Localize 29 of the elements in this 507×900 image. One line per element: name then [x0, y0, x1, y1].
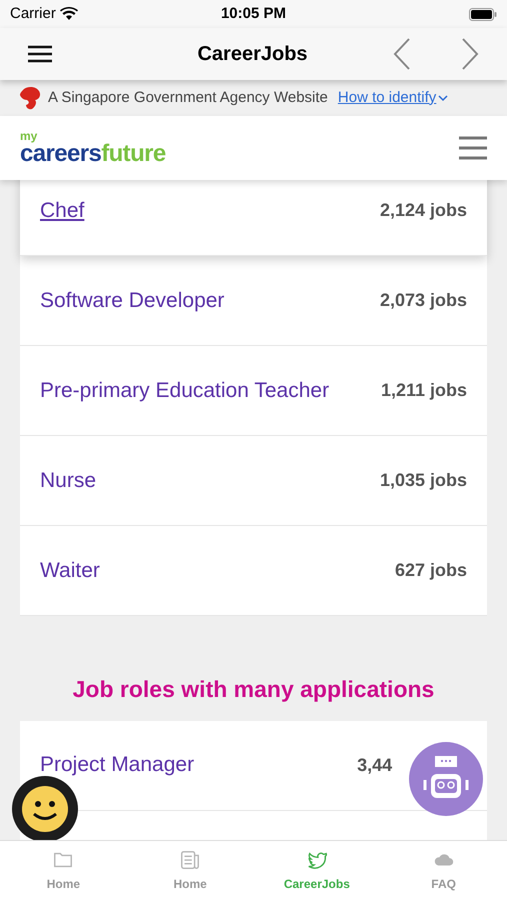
lion-head-icon: [20, 86, 42, 110]
carrier-label: Carrier: [10, 4, 56, 24]
how-to-identify-link[interactable]: How to identify: [338, 86, 448, 110]
wifi-icon: [60, 7, 78, 21]
menu-icon[interactable]: [28, 45, 52, 63]
job-count: 1,035 jobs: [380, 469, 467, 492]
job-row[interactable]: Chef 2,124 jobs: [20, 180, 487, 256]
job-role: Pre-primary Education Teacher: [40, 378, 330, 404]
smiley-icon: [22, 786, 68, 832]
job-role: Software Developer: [40, 288, 224, 314]
nav-title: CareerJobs: [196, 42, 309, 67]
job-count: 627 jobs: [394, 559, 467, 582]
job-role: Nurse: [40, 468, 96, 494]
section-heading: Job roles with many applications: [72, 675, 436, 704]
battery-icon: [468, 8, 497, 20]
back-icon[interactable]: [393, 38, 411, 70]
job-role: Project Manager: [40, 752, 194, 778]
forward-icon[interactable]: [461, 38, 479, 70]
job-role: Waiter: [40, 558, 100, 584]
chevron-down-icon: [438, 94, 448, 102]
job-count: 3,44: [357, 754, 392, 776]
job-role: Chef: [40, 198, 84, 224]
job-count: 2,124 jobs: [380, 199, 467, 222]
careers-future-logo[interactable]: my careersfuture: [20, 130, 166, 166]
job-count: 2,073 jobs: [380, 289, 467, 312]
job-count: 1,211 jobs: [380, 379, 467, 402]
agency-text: A Singapore Government Agency Website: [48, 88, 328, 108]
newspaper-icon: [179, 848, 202, 870]
clock: 10:05 PM: [220, 4, 286, 24]
